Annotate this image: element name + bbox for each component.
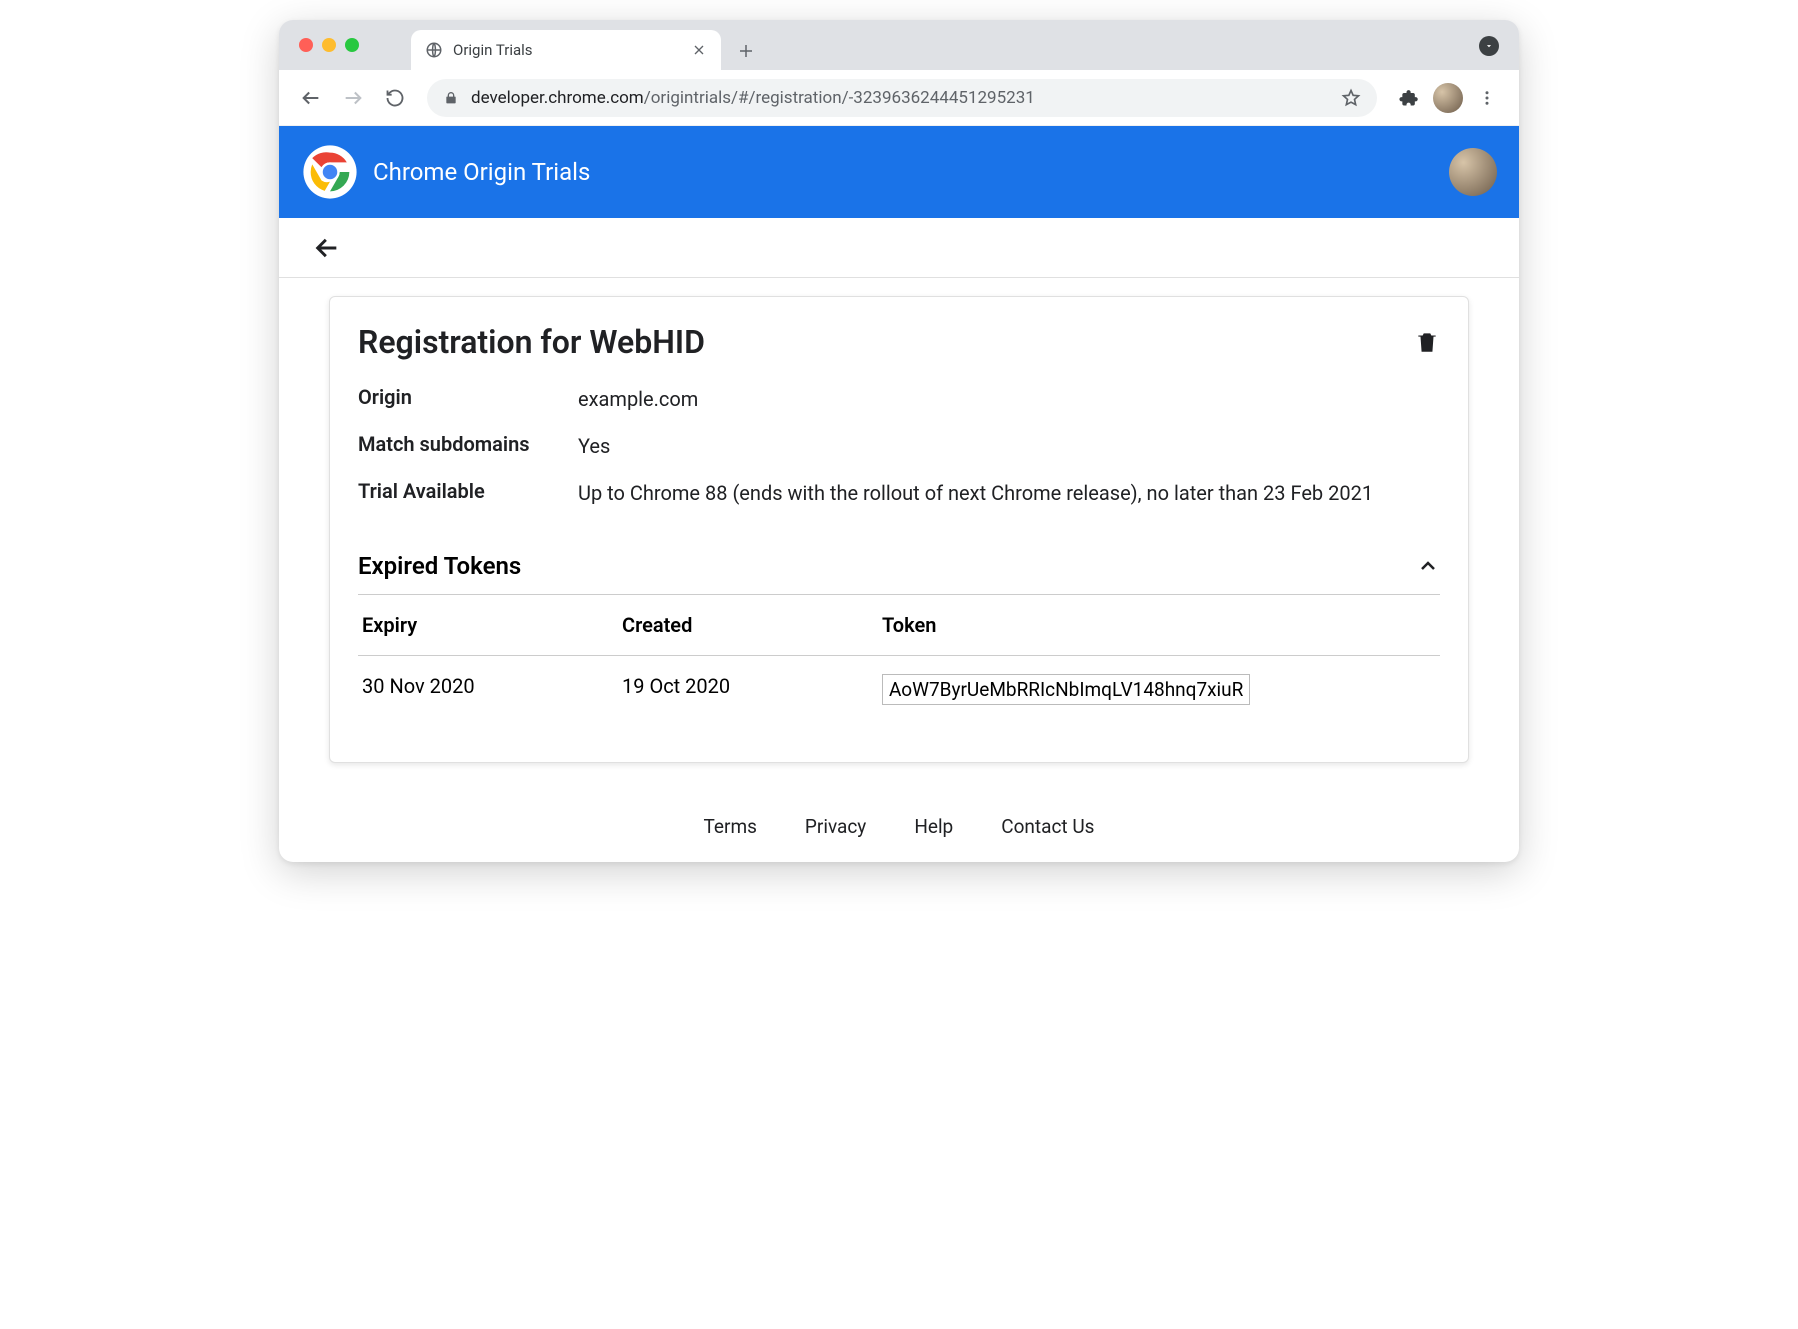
- table-row: 30 Nov 2020 19 Oct 2020 AoW7ByrUeMbRRIcN…: [358, 656, 1440, 728]
- profile-avatar-small[interactable]: [1433, 83, 1463, 113]
- header-created: Created: [622, 613, 882, 637]
- close-tab-icon[interactable]: [691, 42, 707, 58]
- availability-value: Up to Chrome 88 (ends with the rollout o…: [578, 479, 1440, 508]
- subdomains-value: Yes: [578, 432, 1440, 461]
- account-dropdown-icon[interactable]: [1479, 36, 1499, 56]
- registration-card: Registration for WebHID Origin example.c…: [329, 296, 1469, 763]
- back-button[interactable]: [293, 80, 329, 116]
- footer-privacy-link[interactable]: Privacy: [805, 815, 866, 838]
- profile-avatar[interactable]: [1449, 148, 1497, 196]
- url-text: developer.chrome.com/origintrials/#/regi…: [471, 88, 1329, 108]
- section-title: Expired Tokens: [358, 552, 521, 580]
- chrome-logo-icon: [301, 143, 359, 201]
- content-area: Registration for WebHID Origin example.c…: [279, 278, 1519, 793]
- origin-value: example.com: [578, 385, 1440, 414]
- chevron-up-icon: [1416, 554, 1440, 578]
- cell-token: AoW7ByrUeMbRRIcNbImqLV148hnq7xiuR: [882, 674, 1436, 710]
- url-path: /origintrials/#/registration/-3239636244…: [644, 88, 1035, 108]
- forward-button[interactable]: [335, 80, 371, 116]
- app-header: Chrome Origin Trials: [279, 126, 1519, 218]
- availability-label: Trial Available: [358, 479, 578, 508]
- browser-toolbar: developer.chrome.com/origintrials/#/regi…: [279, 70, 1519, 126]
- delete-icon[interactable]: [1414, 329, 1440, 355]
- tokens-table: Expiry Created Token 30 Nov 2020 19 Oct …: [358, 595, 1440, 728]
- expired-tokens-header[interactable]: Expired Tokens: [358, 552, 1440, 595]
- footer-help-link[interactable]: Help: [914, 815, 953, 838]
- new-tab-button[interactable]: [731, 36, 761, 66]
- reload-button[interactable]: [377, 80, 413, 116]
- back-arrow-icon[interactable]: [313, 234, 341, 262]
- tab-strip: Origin Trials: [279, 20, 1519, 70]
- cell-created: 19 Oct 2020: [622, 674, 882, 710]
- header-token: Token: [882, 613, 1436, 637]
- tab-title: Origin Trials: [453, 41, 681, 59]
- url-host: developer.chrome.com: [471, 88, 644, 108]
- address-bar[interactable]: developer.chrome.com/origintrials/#/regi…: [427, 79, 1377, 117]
- lock-icon: [443, 90, 459, 106]
- cell-expiry: 30 Nov 2020: [362, 674, 622, 710]
- table-header-row: Expiry Created Token: [358, 595, 1440, 656]
- window-minimize-button[interactable]: [322, 38, 336, 52]
- footer-terms-link[interactable]: Terms: [704, 815, 757, 838]
- footer: Terms Privacy Help Contact Us: [279, 793, 1519, 862]
- window-close-button[interactable]: [299, 38, 313, 52]
- browser-menu-icon[interactable]: [1469, 80, 1505, 116]
- globe-icon: [425, 41, 443, 59]
- app-title: Chrome Origin Trials: [373, 158, 590, 186]
- window-controls: [299, 38, 359, 52]
- header-expiry: Expiry: [362, 613, 622, 637]
- browser-tab[interactable]: Origin Trials: [411, 30, 721, 70]
- back-navigation-row: [279, 218, 1519, 278]
- card-title: Registration for WebHID: [358, 323, 705, 361]
- footer-contact-link[interactable]: Contact Us: [1001, 815, 1094, 838]
- origin-label: Origin: [358, 385, 578, 414]
- window-maximize-button[interactable]: [345, 38, 359, 52]
- extensions-icon[interactable]: [1391, 80, 1427, 116]
- bookmark-star-icon[interactable]: [1341, 88, 1361, 108]
- browser-window: Origin Trials developer.chrome.com: [279, 20, 1519, 862]
- subdomains-label: Match subdomains: [358, 432, 578, 461]
- token-value[interactable]: AoW7ByrUeMbRRIcNbImqLV148hnq7xiuR: [882, 674, 1250, 705]
